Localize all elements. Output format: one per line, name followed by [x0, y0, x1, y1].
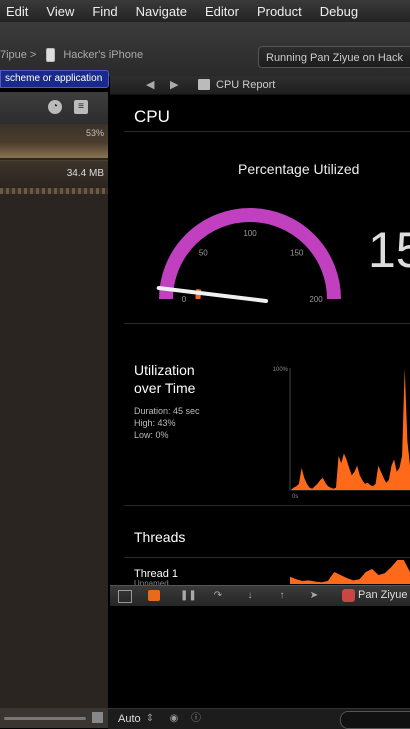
jump-bar-title[interactable]: CPU Report: [216, 79, 275, 91]
utilization-title-line1: Utilization: [134, 362, 195, 378]
auto-selector[interactable]: Auto: [118, 713, 141, 725]
info-icon[interactable]: ⓘ: [190, 713, 202, 725]
high-text: High: 43%: [134, 418, 176, 428]
cpu-report: CPU Percentage Utilized 0 50 100 150 200…: [110, 95, 410, 588]
gauge-arc: [159, 208, 341, 300]
duration-text: Duration: 45 sec: [134, 406, 200, 416]
activity-status: Running Pan Ziyue on Hack: [258, 46, 410, 68]
cpu-gauge: 0 50 100 150 200: [156, 208, 341, 304]
cpu-value: 53%: [85, 128, 104, 138]
menu-view[interactable]: View: [46, 4, 74, 19]
cpu-percent-value: 15: [368, 222, 410, 278]
divider: [124, 323, 410, 324]
gauge-needle: [156, 286, 268, 303]
menu-product[interactable]: Product: [257, 4, 302, 19]
cpu-gauge-row[interactable]: 53%: [0, 124, 108, 158]
gauge-tick-150: 150: [290, 248, 304, 257]
filter-field[interactable]: [340, 711, 410, 729]
chevron-updown-icon[interactable]: ⇕: [144, 713, 156, 725]
utilization-title-line2: over Time: [134, 380, 196, 396]
console-bar: Auto ⇕ ◉ ⓘ: [108, 708, 410, 729]
memory-gauge-row[interactable]: 34.4 MB: [0, 160, 108, 187]
iphone-icon: [46, 48, 56, 62]
hide-debug-area-icon[interactable]: [118, 590, 132, 603]
thread-1-area-series: [290, 560, 410, 584]
gauge-title: Percentage Utilized: [238, 161, 360, 177]
process-name[interactable]: Pan Ziyue: [358, 589, 408, 601]
gauge-tick-50: 50: [199, 248, 208, 257]
thread-slider[interactable]: [4, 717, 86, 720]
divider: [124, 131, 410, 132]
scheme-tooltip: scheme or application: [0, 70, 110, 88]
scheme-name: 7ipue: [0, 49, 27, 61]
navigator-filter-bar: [0, 708, 108, 728]
forward-arrow-icon[interactable]: ▶: [170, 78, 178, 91]
jump-bar: ◀ ▶ CPU Report: [110, 76, 410, 95]
navigator-header: ◔ ≡: [0, 92, 108, 124]
gauge-tick-200: 200: [309, 295, 323, 304]
menu-debug[interactable]: Debug: [320, 4, 358, 19]
menu-editor[interactable]: Editor: [205, 4, 239, 19]
back-arrow-icon[interactable]: ◀: [146, 78, 154, 91]
pause-icon[interactable]: ❚❚: [180, 590, 197, 601]
list-icon[interactable]: ≡: [74, 100, 88, 114]
gauge-tick-100: 100: [243, 229, 257, 238]
memory-value: 34.4 MB: [66, 168, 104, 179]
debug-bar: ❚❚ ↷ ↓ ↑ ➤ Pan Ziyue: [110, 585, 410, 606]
filter-button[interactable]: [92, 712, 103, 723]
navigator-divider: [0, 188, 108, 194]
threads-title: Threads: [134, 529, 186, 545]
gauge-tick-0: 0: [182, 295, 187, 304]
gauge-icon[interactable]: ◔: [48, 100, 62, 114]
eye-icon[interactable]: ◉: [168, 713, 180, 725]
utilization-chart: 100% 0s: [273, 367, 410, 500]
app-icon: [342, 589, 355, 602]
scheme-separator: >: [29, 49, 37, 61]
breakpoints-icon[interactable]: [148, 590, 160, 601]
y-axis-top-label: 100%: [273, 367, 289, 373]
utilization-area-series: [291, 368, 410, 490]
page-title: CPU: [134, 107, 170, 126]
scheme-selector[interactable]: 7ipue > Hacker's iPhone: [0, 48, 143, 62]
menu-find[interactable]: Find: [92, 4, 117, 19]
step-into-icon[interactable]: ↓: [244, 590, 256, 601]
step-out-icon[interactable]: ↑: [276, 590, 288, 601]
debug-navigator: ◔ ≡ 53% 34.4 MB: [0, 92, 108, 728]
x-axis-start-label: 0s: [292, 494, 298, 500]
step-over-icon[interactable]: ↷: [212, 590, 224, 601]
utilization-stats: Duration: 45 sec High: 43% Low: 0%: [134, 405, 200, 441]
menu-bar: Edit View Find Navigate Editor Product D…: [0, 0, 410, 22]
utilization-title: Utilization over Time: [134, 361, 195, 397]
thread-1-chart: [290, 560, 410, 584]
location-icon[interactable]: ➤: [308, 590, 320, 601]
menu-edit[interactable]: Edit: [6, 4, 28, 19]
device-name: Hacker's iPhone: [63, 49, 144, 61]
divider: [124, 505, 410, 506]
menu-navigate[interactable]: Navigate: [136, 4, 187, 19]
low-text: Low: 0%: [134, 430, 169, 440]
report-icon: [198, 79, 210, 90]
